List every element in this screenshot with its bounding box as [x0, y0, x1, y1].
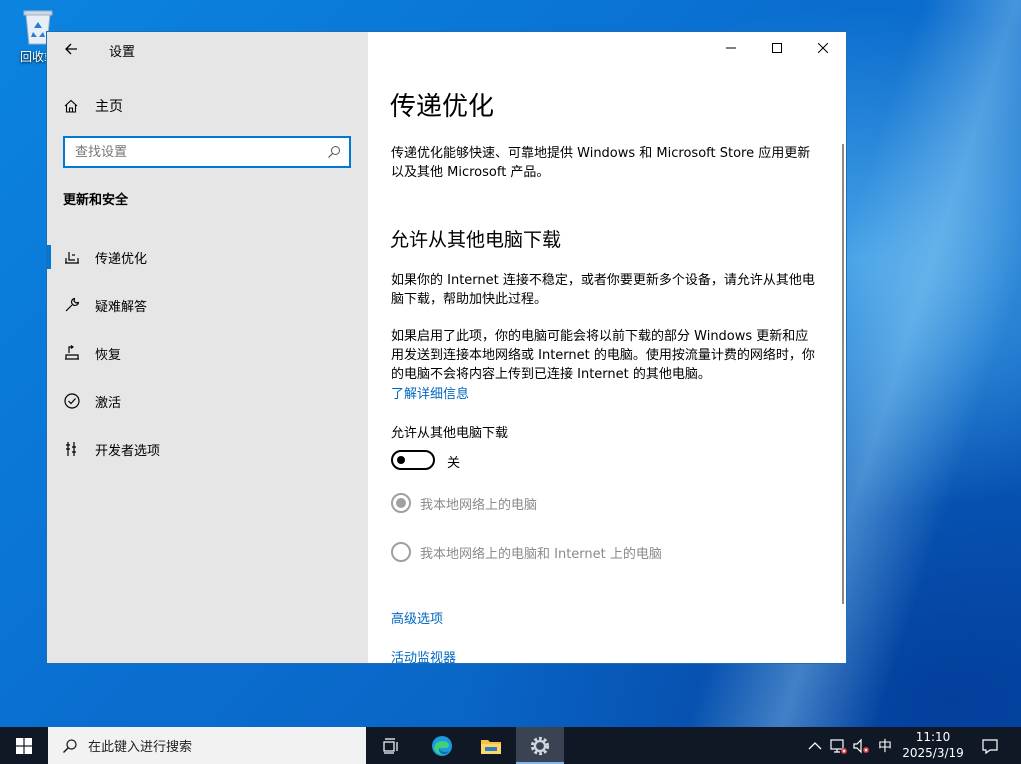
search-icon[interactable] [327, 145, 341, 159]
back-arrow-icon [65, 43, 77, 55]
minimize-button[interactable] [708, 32, 754, 64]
toggle-state-label: 关 [447, 456, 461, 471]
radio-label: 我本地网络上的电脑和 Internet 上的电脑 [420, 546, 662, 562]
activity-monitor-link[interactable]: 活动监视器 [391, 647, 456, 663]
edge-icon [432, 735, 452, 756]
toggle-knob [397, 456, 405, 464]
taskbar-search-box[interactable]: 在此键入进行搜索 [48, 727, 366, 764]
close-button[interactable] [800, 32, 846, 64]
description-text: 如果你的 Internet 连接不稳定，或者你要更新多个设备，请允许从其他电脑下… [391, 273, 815, 307]
sidebar-item-developer-options[interactable]: 开发者选项 [47, 429, 368, 469]
ime-indicator[interactable]: 中 [878, 736, 892, 756]
settings-content: 传递优化 传递优化能够快速、可靠地提供 Windows 和 Microsoft … [368, 32, 846, 663]
home-icon [64, 99, 78, 113]
app-title: 设置 [109, 45, 136, 60]
settings-window: 设置 主页 更新和安全 传递优化 [46, 31, 847, 664]
sidebar-item-delivery-optimization[interactable]: 传递优化 [47, 237, 368, 277]
learn-more-link[interactable]: 了解详细信息 [391, 383, 469, 402]
maximize-button[interactable] [754, 32, 800, 64]
maximize-icon [772, 43, 782, 53]
chevron-up-icon[interactable] [806, 737, 824, 755]
radio-button-selected[interactable] [391, 493, 411, 513]
sidebar-item-troubleshoot[interactable]: 疑难解答 [47, 285, 368, 325]
developer-tools-icon [66, 442, 76, 456]
sidebar-item-label: 疑难解答 [95, 299, 148, 315]
description-text-2: 如果启用了此项，你的电脑可能会将以前下载的部分 Windows 更新和应用发送到… [391, 329, 815, 382]
task-view-button[interactable] [367, 727, 415, 764]
radio-local-network[interactable]: 我本地网络上的电脑 [391, 493, 537, 513]
settings-search-box[interactable] [63, 136, 351, 168]
radio-local-and-internet[interactable]: 我本地网络上的电脑和 Internet 上的电脑 [391, 542, 662, 562]
settings-taskbar-button[interactable] [516, 727, 564, 764]
sidebar-item-label: 传递优化 [95, 251, 148, 267]
start-button[interactable] [0, 727, 47, 764]
toggle-label: 允许从其他电脑下载 [391, 426, 509, 441]
home-nav-item[interactable]: 主页 [63, 94, 343, 118]
radio-label: 我本地网络上的电脑 [420, 497, 538, 513]
section-title: 更新和安全 [63, 193, 129, 208]
advanced-options-link[interactable]: 高级选项 [391, 608, 443, 627]
task-view-icon [383, 737, 398, 754]
sidebar-item-activation[interactable]: 激活 [47, 381, 368, 421]
radio-button-unselected[interactable] [391, 542, 411, 562]
sidebar-item-label: 恢复 [95, 347, 122, 363]
home-label: 主页 [95, 99, 123, 115]
minimize-icon [726, 47, 736, 49]
search-icon [62, 738, 77, 753]
sidebar-item-label: 激活 [95, 395, 122, 411]
file-explorer-icon [481, 739, 501, 754]
back-button[interactable] [61, 38, 83, 60]
wrench-icon [65, 297, 80, 312]
taskbar: 在此键入进行搜索 中 11:10 2025/3/19 [0, 727, 1021, 764]
page-title: 传递优化 [390, 92, 495, 122]
notification-icon [982, 739, 998, 755]
intro-text: 传递优化能够快速、可靠地提供 Windows 和 Microsoft Store… [391, 146, 811, 180]
action-center-button[interactable] [975, 733, 1005, 759]
clock-date: 2025/3/19 [902, 746, 964, 760]
sidebar-item-label: 开发者选项 [95, 443, 161, 459]
windows-logo-icon [15, 737, 32, 754]
activation-check-icon [64, 393, 80, 409]
taskbar-search-placeholder: 在此键入进行搜索 [88, 740, 193, 755]
edge-taskbar-button[interactable] [418, 727, 466, 764]
taskbar-clock[interactable]: 11:10 2025/3/19 [898, 729, 968, 761]
selected-indicator [47, 245, 51, 269]
file-explorer-taskbar-button[interactable] [467, 727, 515, 764]
delivery-optimization-icon [65, 252, 79, 264]
network-disconnected-icon[interactable] [829, 737, 847, 755]
settings-search-input[interactable] [65, 139, 327, 165]
sidebar-item-recovery[interactable]: 恢复 [47, 333, 368, 373]
settings-icon [530, 736, 550, 755]
content-scrollbar[interactable] [842, 144, 844, 604]
settings-sidebar: 设置 主页 更新和安全 传递优化 [47, 32, 368, 663]
recovery-icon [65, 345, 79, 360]
volume-muted-icon[interactable] [852, 737, 870, 755]
close-icon [818, 43, 828, 53]
allow-downloads-toggle[interactable] [391, 450, 435, 470]
section-heading: 允许从其他电脑下载 [390, 229, 562, 251]
clock-time: 11:10 [915, 730, 951, 744]
